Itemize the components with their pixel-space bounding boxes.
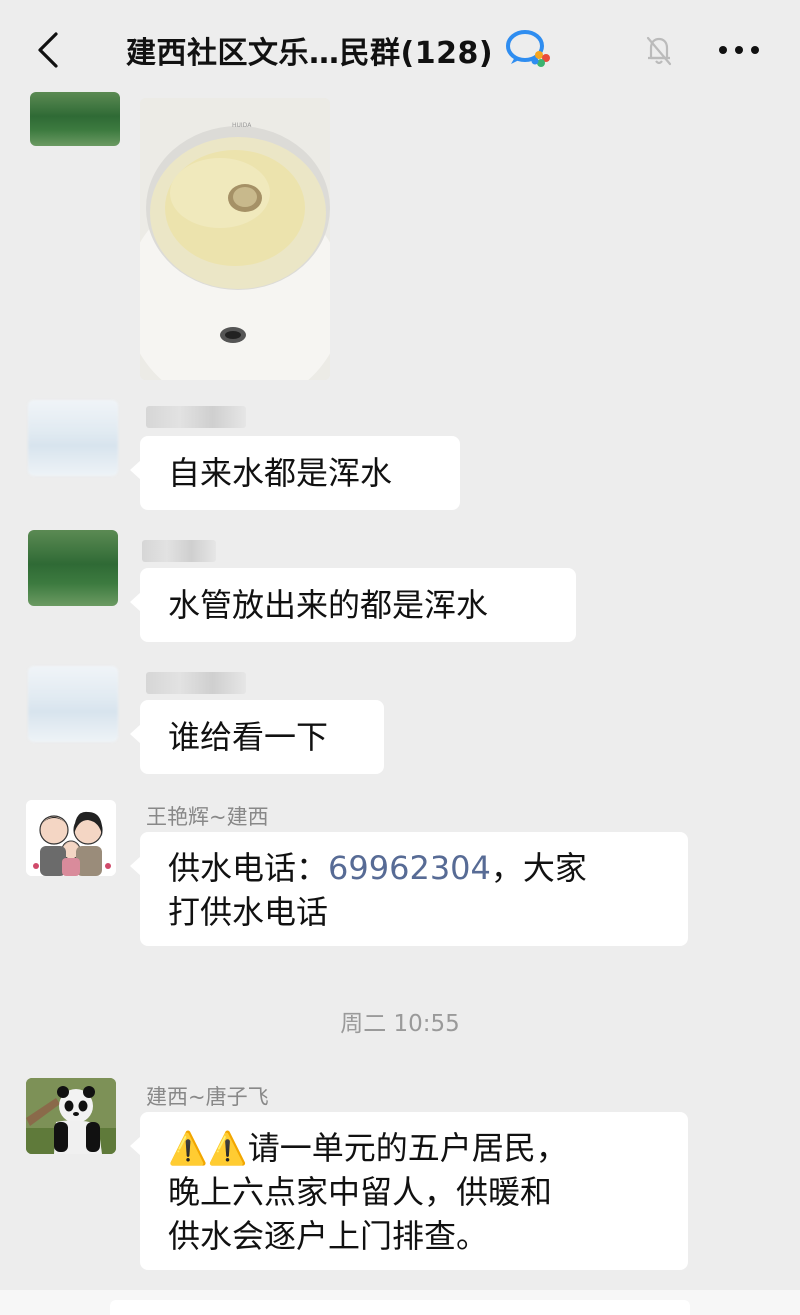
message-bubble[interactable]: 自来水都是浑水 (130, 436, 460, 510)
message-input[interactable] (110, 1300, 690, 1315)
bell-off-icon (644, 34, 674, 70)
message-line: ⚠️⚠️请一单元的五户居民， (168, 1129, 568, 1167)
chat-title: 建西社区文乐…民群(128) (126, 36, 494, 71)
more-dots-icon (719, 46, 759, 54)
avatar[interactable] (28, 400, 118, 476)
phone-number-link[interactable]: 69962304 (328, 849, 491, 887)
message-text: 谁给看一下 (168, 718, 329, 756)
sink-photo: HUIDA (140, 98, 330, 380)
message-bubble[interactable]: 供水电话：69962304，大家 打供水电话 (130, 832, 688, 946)
avatar[interactable] (26, 1078, 116, 1154)
sender-name-redacted (142, 540, 216, 562)
message-text: 自来水都是浑水 (168, 454, 393, 492)
sender-name: 王艳辉~建西 (146, 805, 269, 829)
svg-text:HUIDA: HUIDA (232, 122, 252, 129)
avatar[interactable] (30, 92, 120, 146)
message-line: 供水会逐户上门排查。 (168, 1217, 489, 1255)
panda-avatar (26, 1078, 116, 1154)
avatar[interactable] (28, 666, 118, 742)
avatar[interactable] (26, 800, 116, 876)
back-button[interactable] (26, 28, 70, 72)
message-line: 晚上六点家中留人，供暖和 (168, 1173, 553, 1211)
avatar[interactable] (28, 530, 118, 606)
message-text: ，大家 (490, 849, 587, 887)
sender-name-redacted (146, 672, 246, 694)
message-text: 水管放出来的都是浑水 (168, 586, 489, 624)
message-bubble[interactable]: 水管放出来的都是浑水 (130, 568, 576, 642)
message-bubble[interactable]: 谁给看一下 (130, 700, 384, 774)
message-line: 供水电话：69962304，大家 (168, 846, 660, 890)
chat-header: 建西社区文乐…民群(128) (0, 0, 800, 100)
chevron-left-icon (38, 32, 58, 68)
sender-name: 建西~唐子飞 (146, 1085, 269, 1109)
wecom-chat-icon (505, 28, 553, 72)
family-cartoon-avatar (26, 800, 116, 876)
message-line: 打供水电话 (168, 893, 329, 931)
message-bubble[interactable]: ⚠️⚠️请一单元的五户居民， 晚上六点家中留人，供暖和 供水会逐户上门排查。 (130, 1112, 688, 1270)
message-timestamp: 周二 10:55 (340, 1011, 460, 1037)
more-options-button[interactable] (714, 32, 764, 68)
message-image[interactable]: HUIDA (140, 98, 330, 380)
message-text: 供水电话： (168, 849, 329, 887)
sender-name-redacted (146, 406, 246, 428)
chat-title-group[interactable]: 建西社区文乐…民群(128) (126, 26, 553, 74)
